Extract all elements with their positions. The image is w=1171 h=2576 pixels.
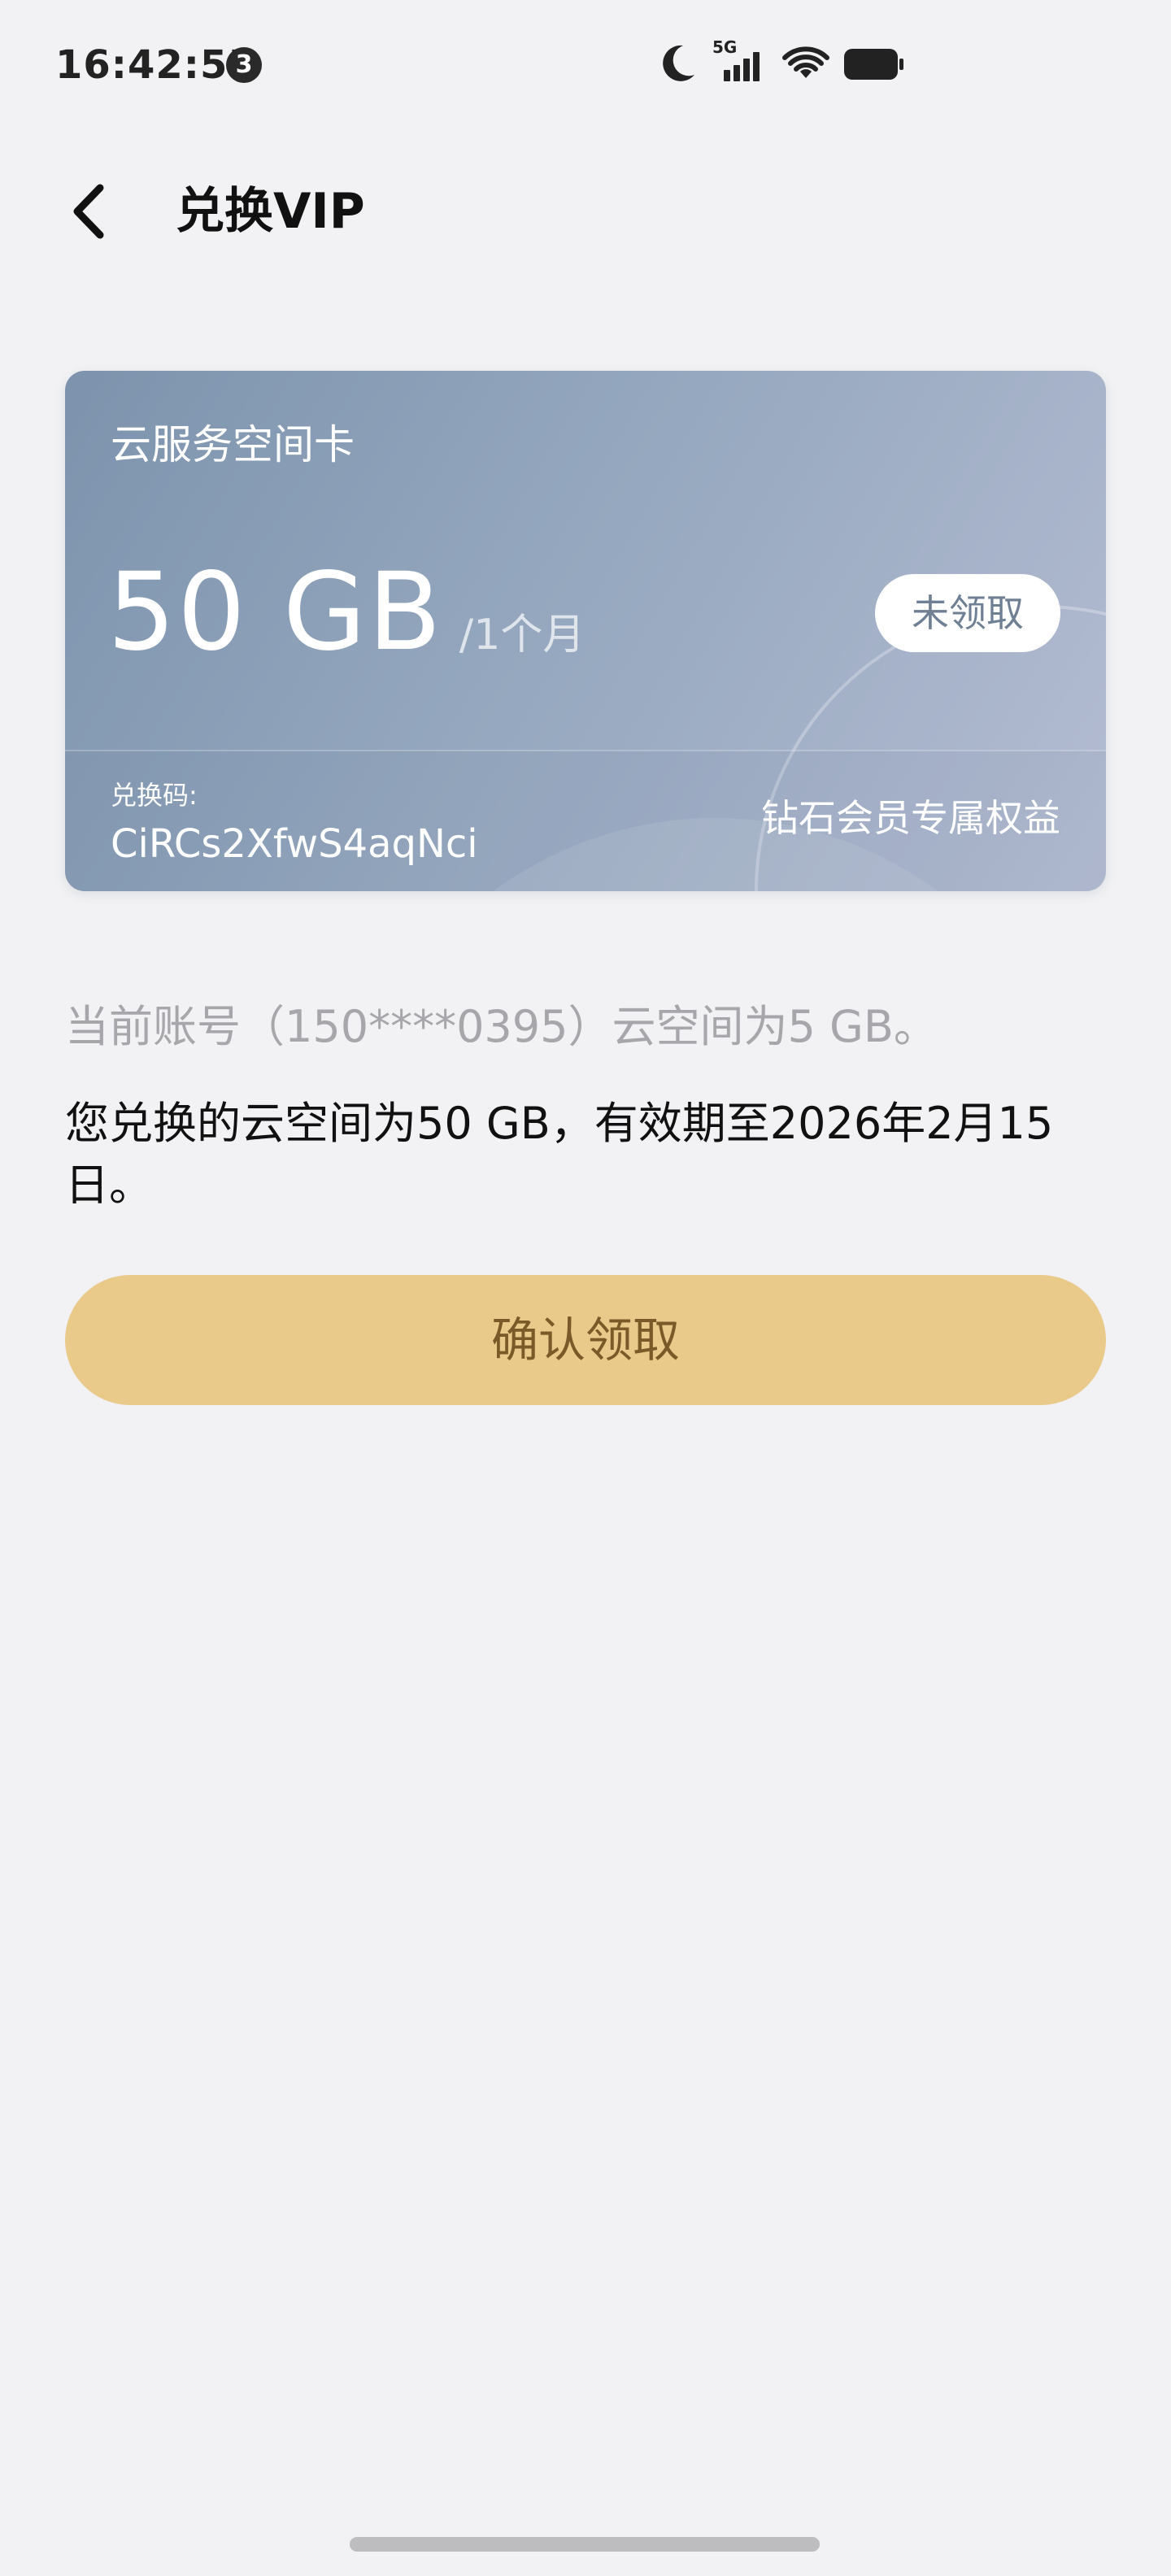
card-divider	[65, 750, 1106, 751]
confirm-claim-button[interactable]: 确认领取	[65, 1275, 1106, 1405]
home-indicator[interactable]	[350, 2537, 820, 2552]
current-account-info: 当前账号（150****0395）云空间为5 GB。	[65, 1001, 938, 1052]
moon-icon	[663, 45, 694, 81]
card-benefit-label: 钻石会员专属权益	[761, 796, 1060, 840]
card-amount: 50 GB	[107, 550, 443, 675]
battery-icon	[844, 49, 903, 80]
cloud-space-card: 云服务空间卡 50 GB /1个月 未领取 兑换码: CiRCs2XfwS4aq…	[65, 371, 1106, 891]
status-bar: 16:42:55 3 5G	[0, 0, 1171, 130]
redeem-code-label: 兑换码:	[111, 780, 198, 811]
back-button[interactable]	[49, 171, 130, 252]
exchange-detail-info: 您兑换的云空间为50 GB，有效期至2026年2月15日。	[65, 1098, 1054, 1211]
page-title: 兑换VIP	[176, 183, 365, 240]
status-badge: 未领取	[875, 574, 1060, 652]
card-amount-row: 50 GB /1个月	[107, 551, 585, 681]
redeem-code-value: CiRCs2XfwS4aqNci	[111, 821, 478, 867]
network-type-label: 5G	[712, 37, 738, 57]
chevron-left-icon	[73, 184, 104, 239]
card-period: /1个月	[459, 611, 586, 659]
page-header: 兑换VIP	[0, 146, 1171, 276]
wifi-icon	[782, 46, 829, 78]
notification-count-badge: 3	[226, 47, 262, 83]
card-type-label: 云服务空间卡	[111, 421, 355, 468]
